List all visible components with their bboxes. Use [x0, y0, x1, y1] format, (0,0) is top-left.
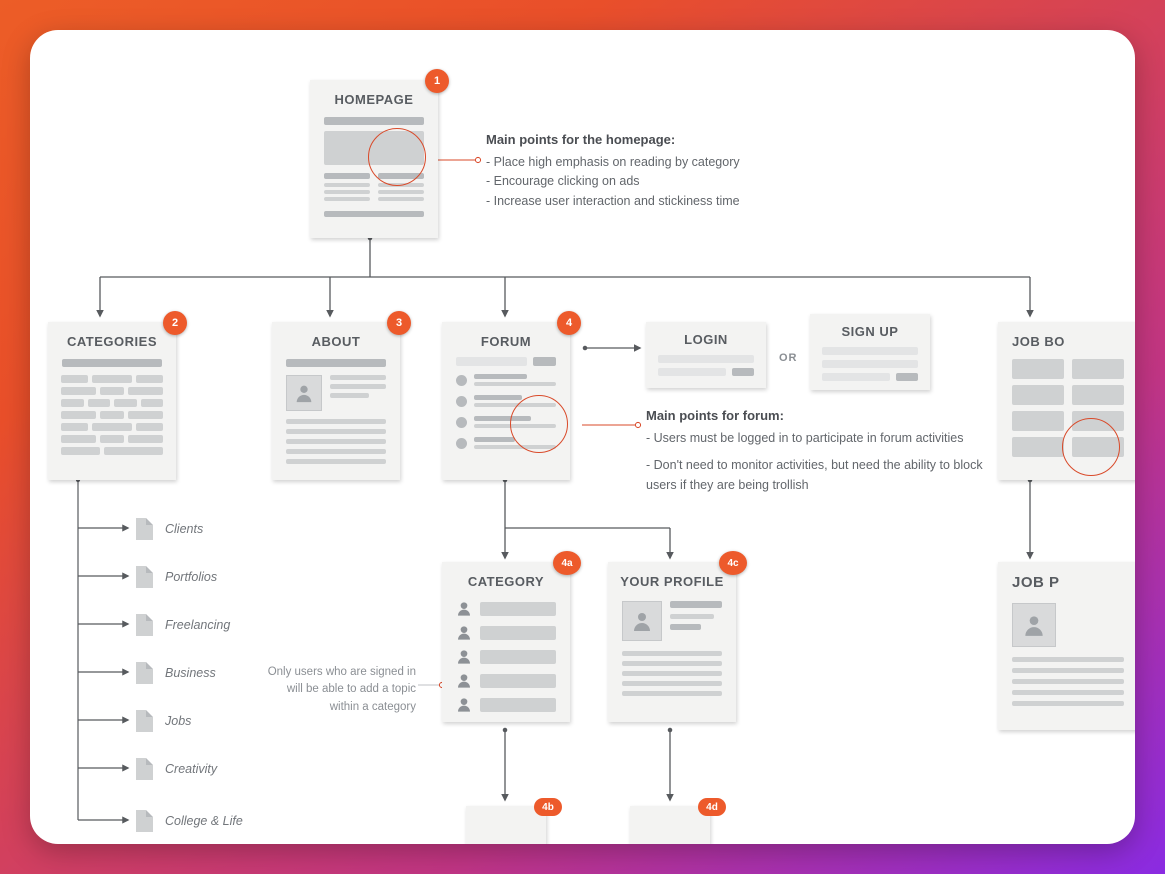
category-label: Clients	[165, 522, 203, 536]
annotation-line: - Encourage clicking on ads	[486, 172, 846, 191]
page-title: LOGIN	[656, 330, 756, 353]
badge-4b: 4b	[534, 798, 562, 816]
badge-2: 2	[163, 311, 187, 335]
annotation-homepage: Main points for the homepage: - Place hi…	[486, 132, 846, 211]
document-icon	[136, 566, 153, 588]
page-title: YOUR PROFILE	[618, 572, 726, 595]
document-icon	[136, 614, 153, 636]
page-title: CATEGORY	[452, 572, 560, 595]
avatar-icon	[456, 625, 472, 641]
category-item: Jobs	[136, 710, 191, 732]
annotation-line: - Increase user interaction and stickine…	[486, 192, 846, 211]
lens-icon	[1062, 418, 1120, 476]
annotation-line: Only users who are signed in	[268, 666, 416, 678]
category-item: College & Life	[136, 810, 243, 832]
badge-3: 3	[387, 311, 411, 335]
document-icon	[136, 710, 153, 732]
page-signup: SIGN UP	[810, 314, 930, 390]
page-title: HOMEPAGE	[320, 90, 428, 113]
document-icon	[136, 662, 153, 684]
annotation-line: within a category	[330, 701, 416, 713]
page-stub-4d	[630, 806, 710, 844]
avatar-icon	[456, 649, 472, 665]
page-category: 4a CATEGORY	[442, 562, 570, 722]
category-item: Freelancing	[136, 614, 230, 636]
annotation-line: will be able to add a topic	[287, 683, 416, 695]
annotation-heading: Main points for forum:	[646, 408, 986, 423]
annotation-line: - Place high emphasis on reading by cate…	[486, 153, 846, 172]
page-title: JOB BO	[1008, 332, 1128, 355]
annotation-forum: Main points for forum: - Users must be l…	[646, 408, 986, 495]
page-title: JOB P	[1008, 572, 1128, 597]
avatar-icon	[456, 673, 472, 689]
badge-4: 4	[557, 311, 581, 335]
badge-1: 1	[425, 69, 449, 93]
avatar-icon	[456, 697, 472, 713]
sitemap-canvas: 1 HOMEPAGE Main points for the homepage:…	[30, 30, 1135, 844]
document-icon	[136, 518, 153, 540]
page-title: ABOUT	[282, 332, 390, 355]
avatar-icon	[1021, 612, 1047, 638]
avatar-icon	[293, 382, 315, 404]
avatar-icon	[456, 601, 472, 617]
category-item: Creativity	[136, 758, 217, 780]
lens-icon	[510, 395, 568, 453]
page-profile: 4c YOUR PROFILE	[608, 562, 736, 722]
badge-4c: 4c	[719, 551, 747, 575]
document-icon	[136, 758, 153, 780]
page-title: SIGN UP	[820, 322, 920, 345]
page-jobpost: JOB P	[998, 562, 1135, 730]
page-about: 3 ABOUT	[272, 322, 400, 480]
category-item: Business	[136, 662, 216, 684]
page-login: LOGIN	[646, 322, 766, 388]
category-item: Clients	[136, 518, 203, 540]
avatar-icon	[630, 609, 654, 633]
category-label: Portfolios	[165, 570, 217, 584]
category-label: Jobs	[165, 714, 191, 728]
category-label: Business	[165, 666, 216, 680]
page-categories: 2 CATEGORIES	[48, 322, 176, 480]
or-label: OR	[779, 352, 798, 364]
badge-4d: 4d	[698, 798, 726, 816]
annotation-heading: Main points for the homepage:	[486, 132, 846, 147]
annotation-line: - Users must be logged in to participate…	[646, 429, 986, 448]
document-icon	[136, 810, 153, 832]
lens-icon	[368, 128, 426, 186]
annotation-line: - Don't need to monitor activities, but …	[646, 456, 986, 495]
annotation-category-signin: Only users who are signed in will be abl…	[266, 664, 416, 716]
page-title: FORUM	[452, 332, 560, 355]
page-title: CATEGORIES	[58, 332, 166, 355]
category-item: Portfolios	[136, 566, 217, 588]
page-stub-4b	[466, 806, 546, 844]
badge-4a: 4a	[553, 551, 581, 575]
category-label: Creativity	[165, 762, 217, 776]
category-label: Freelancing	[165, 618, 230, 632]
category-label: College & Life	[165, 814, 243, 828]
